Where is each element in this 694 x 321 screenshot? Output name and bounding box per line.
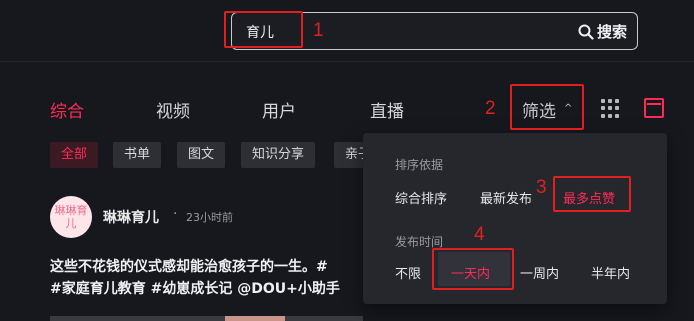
video-thumbnail[interactable]	[50, 316, 363, 321]
tab-users[interactable]: 用户	[262, 97, 296, 122]
grid-view-icon[interactable]	[601, 99, 620, 118]
chip-knowledge[interactable]: 知识分享	[241, 142, 316, 168]
annotation-number-3: 3	[536, 177, 547, 198]
sort-section-title: 排序依据	[395, 158, 444, 172]
caption-line-2: #家庭育儿教育 #幼崽成长记 @DOU+小助手	[50, 281, 340, 297]
tab-live[interactable]: 直播	[370, 97, 404, 122]
time-option-half-year[interactable]: 半年内	[591, 263, 630, 282]
search-icon	[578, 24, 594, 40]
annotation-number-1: 1	[313, 20, 324, 41]
tab-video[interactable]: 视频	[156, 97, 190, 122]
annotation-box-2	[510, 84, 584, 130]
author-name[interactable]: 琳琳育儿	[103, 207, 159, 227]
search-button[interactable]: 搜索	[578, 21, 627, 42]
annotation-box-1	[224, 11, 303, 48]
post-time: 23小时前	[186, 211, 233, 224]
top-bar: 育儿 搜索	[0, 0, 694, 62]
tab-all[interactable]: 综合	[50, 97, 84, 122]
list-view-icon[interactable]	[644, 98, 664, 118]
caption-line-1: 这些不花钱的仪式感却能治愈孩子的一生。#	[50, 259, 328, 275]
annotation-box-4	[432, 248, 514, 290]
search-button-label: 搜索	[596, 23, 627, 41]
filter-panel: 排序依据 综合排序 最新发布 最多点赞 发布时间 不限 一天内 一周内 半年内	[363, 133, 667, 304]
sort-option-comprehensive[interactable]: 综合排序	[395, 188, 447, 207]
annotation-box-3	[553, 176, 631, 212]
avatar[interactable]: 琳琳育儿	[50, 196, 92, 238]
annotation-number-2: 2	[485, 98, 496, 119]
annotation-number-4: 4	[474, 224, 485, 245]
time-option-any[interactable]: 不限	[395, 263, 421, 282]
chip-all[interactable]: 全部	[50, 142, 99, 168]
time-option-one-week[interactable]: 一周内	[520, 263, 559, 282]
chip-booklist[interactable]: 书单	[113, 142, 162, 168]
separator: ·	[173, 206, 178, 222]
post-caption[interactable]: 这些不花钱的仪式感却能治愈孩子的一生。# #家庭育儿教育 #幼崽成长记 @DOU…	[50, 256, 363, 300]
chip-image-text[interactable]: 图文	[177, 142, 226, 168]
sort-option-latest[interactable]: 最新发布	[480, 188, 532, 207]
